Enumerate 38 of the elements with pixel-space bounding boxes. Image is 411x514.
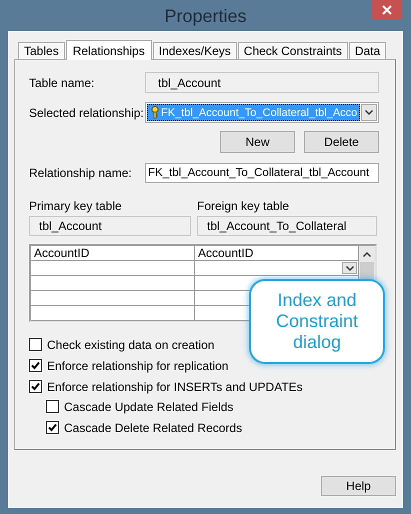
action-button[interactable]: New bbox=[220, 131, 295, 153]
foreign-key-table-field: tbl_Account_To_Collateral bbox=[197, 216, 377, 236]
close-button[interactable] bbox=[372, 0, 402, 20]
key-icon bbox=[151, 106, 159, 119]
field-label: Selected relationship: bbox=[29, 106, 145, 120]
tab[interactable]: Indexes/Keys bbox=[152, 42, 237, 59]
table-cell: AccountID bbox=[195, 246, 359, 261]
close-icon bbox=[382, 5, 392, 15]
relationship-name-input[interactable]: FK_tbl_Account_To_Collateral_tbl_Account bbox=[145, 163, 379, 183]
field-label: Foreign key table bbox=[197, 199, 290, 213]
checkbox-label: Enforce relationship for INSERTs and UPDATEs bbox=[47, 380, 303, 394]
tab[interactable]: Data bbox=[348, 42, 386, 59]
checkbox-label: Enforce relationship for replication bbox=[47, 358, 228, 372]
checkbox-label: Check existing data on creation bbox=[47, 338, 214, 352]
table-cell: AccountID bbox=[31, 246, 195, 261]
action-button[interactable]: Delete bbox=[304, 131, 379, 153]
tab[interactable]: Check Constraints bbox=[238, 42, 348, 59]
table-name-field: tbl_Account bbox=[145, 72, 379, 93]
primary-key-table-field: tbl_Account bbox=[29, 216, 191, 236]
tab[interactable]: Tables bbox=[18, 42, 65, 59]
scroll-up-icon[interactable] bbox=[363, 252, 371, 256]
callout-tooltip: Index and Constraint dialog bbox=[251, 281, 383, 362]
dropdown-button[interactable] bbox=[342, 262, 357, 274]
checkbox[interactable] bbox=[29, 359, 42, 372]
window-title: Properties bbox=[164, 5, 247, 27]
checkbox[interactable] bbox=[29, 380, 42, 393]
checkbox[interactable] bbox=[46, 400, 59, 413]
checkbox[interactable] bbox=[46, 421, 59, 434]
caret-icon bbox=[346, 266, 354, 270]
caret-icon bbox=[365, 110, 373, 115]
help-button[interactable]: Help bbox=[321, 476, 396, 496]
field-label: Primary key table bbox=[29, 199, 123, 213]
field-label: Relationship name: bbox=[29, 166, 133, 180]
checkbox-label: Cascade Update Related Fields bbox=[64, 400, 234, 414]
checkbox[interactable] bbox=[29, 338, 42, 351]
field-label: Table name: bbox=[29, 76, 96, 90]
tab[interactable]: Relationships bbox=[66, 40, 152, 60]
checkbox-label: Cascade Delete Related Records bbox=[64, 420, 242, 434]
